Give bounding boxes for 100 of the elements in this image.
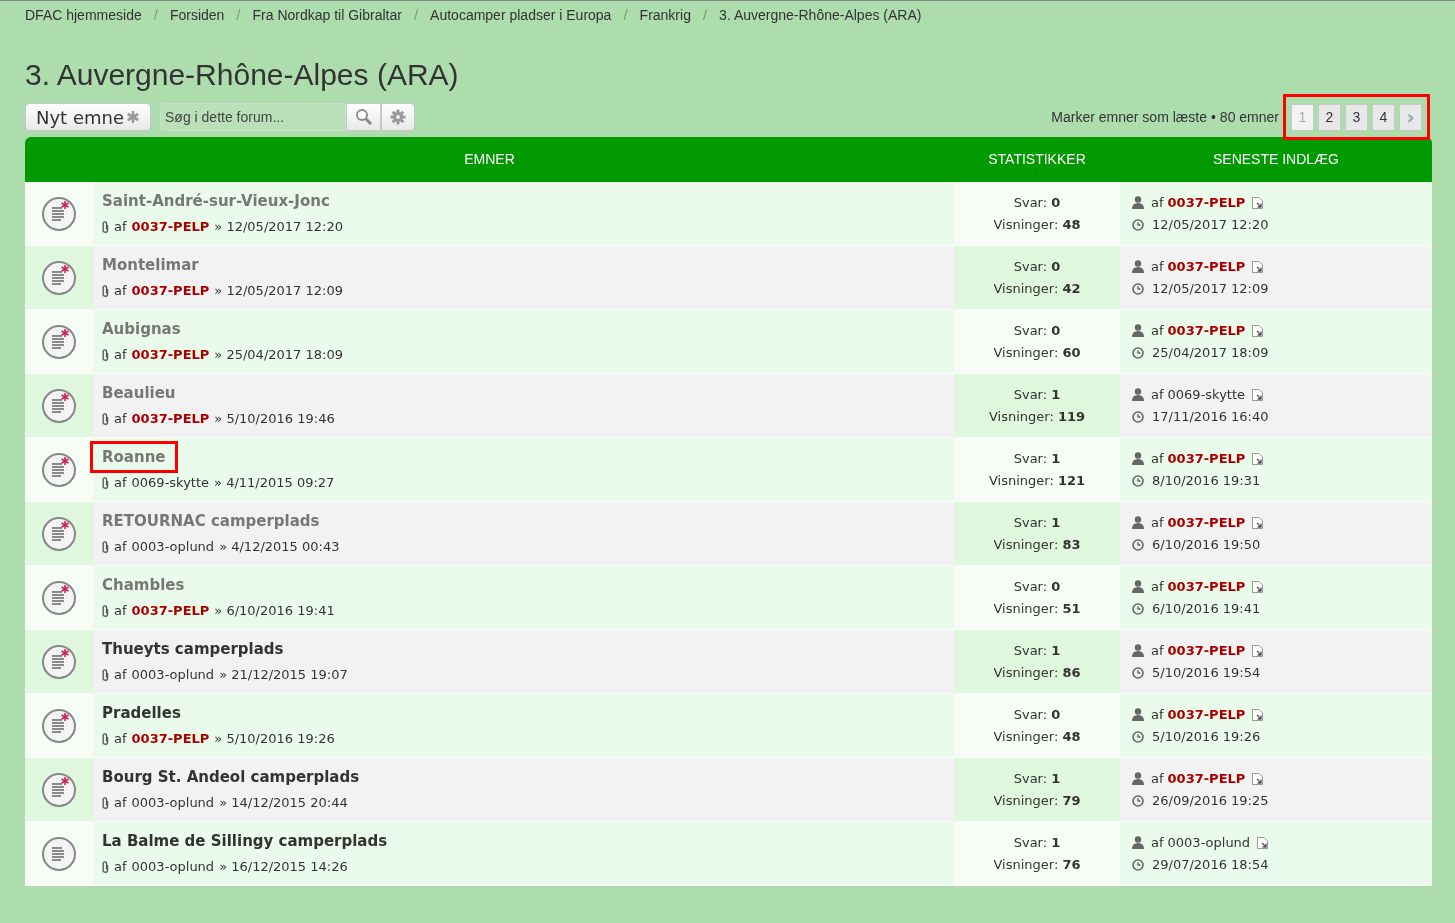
go-to-post-icon[interactable] xyxy=(1252,196,1264,209)
last-author-link[interactable]: 0069-skytte xyxy=(1167,383,1246,406)
last-post-date: 5/10/2016 19:26 xyxy=(1152,727,1261,746)
topic-date: » 14/12/2015 20:44 xyxy=(219,793,348,812)
settings-icon xyxy=(390,109,406,125)
by-label: af xyxy=(1151,513,1164,532)
by-label: af xyxy=(1151,641,1164,660)
view-count: Visninger: 119 xyxy=(988,407,1086,426)
breadcrumb-link[interactable]: Fra Nordkap til Gibraltar xyxy=(252,4,402,26)
view-count: Visninger: 83 xyxy=(993,535,1081,554)
topic-title-link[interactable]: La Balme de Sillingy camperplads xyxy=(90,824,400,857)
last-author-link[interactable]: 0037-PELP xyxy=(1167,639,1246,662)
settings-button[interactable] xyxy=(381,103,415,131)
by-label: af xyxy=(1151,257,1164,276)
paperclip-icon xyxy=(102,860,109,873)
by-label: af xyxy=(114,665,127,684)
last-author-link[interactable]: 0037-PELP xyxy=(1167,575,1246,598)
breadcrumb-separator: / xyxy=(413,4,419,25)
clock-icon xyxy=(1132,602,1144,615)
breadcrumb-link[interactable]: DFAC hjemmeside xyxy=(25,4,142,26)
breadcrumb-link[interactable]: Frankrig xyxy=(639,4,691,26)
last-author-link[interactable]: 0037-PELP xyxy=(1167,511,1246,534)
by-label: af xyxy=(114,473,127,492)
reply-count: Svar: 1 xyxy=(1013,641,1061,660)
user-icon xyxy=(1132,260,1144,273)
topic-title-link[interactable]: Saint-André-sur-Vieux-Jonc xyxy=(90,184,342,217)
author-link[interactable]: 0069-skytte xyxy=(131,472,210,493)
view-count: Visninger: 79 xyxy=(993,791,1081,810)
go-to-post-icon[interactable] xyxy=(1252,388,1264,401)
page-link[interactable]: 3 xyxy=(1345,103,1368,131)
clock-icon xyxy=(1132,282,1144,295)
topic-title-link[interactable]: Montelimar xyxy=(90,248,211,281)
view-count: Visninger: 48 xyxy=(993,727,1081,746)
mark-read-link[interactable]: Marker emner som læste xyxy=(1051,106,1207,128)
last-author-link[interactable]: 0037-PELP xyxy=(1167,255,1246,278)
by-label: af xyxy=(114,217,127,236)
author-link[interactable]: 0037-PELP xyxy=(131,728,210,749)
last-post-date: 6/10/2016 19:41 xyxy=(1152,599,1261,618)
breadcrumb-link[interactable]: Forsiden xyxy=(169,4,225,26)
reply-count: Svar: 0 xyxy=(1013,577,1061,596)
view-count: Visninger: 60 xyxy=(993,343,1081,362)
last-post-date: 29/07/2016 18:54 xyxy=(1152,855,1269,874)
go-to-post-icon[interactable] xyxy=(1252,580,1264,593)
paperclip-icon xyxy=(102,220,109,233)
view-count: Visninger: 86 xyxy=(993,663,1081,682)
last-author-link[interactable]: 0037-PELP xyxy=(1167,191,1246,214)
clock-icon xyxy=(1132,730,1144,743)
go-to-post-icon[interactable] xyxy=(1257,836,1269,849)
new-topic-button[interactable]: Nyt emne xyxy=(25,103,151,131)
breadcrumb-link[interactable]: 3. Auvergne-Rhône-Alpes (ARA) xyxy=(719,4,922,26)
author-link[interactable]: 0003-oplund xyxy=(131,536,215,557)
page-link[interactable]: 4 xyxy=(1372,103,1395,131)
topic-date: » 16/12/2015 14:26 xyxy=(219,857,348,876)
topic-title-link[interactable]: Roanne xyxy=(90,440,178,473)
last-post-date: 12/05/2017 12:20 xyxy=(1152,215,1269,234)
topic-title-link[interactable]: Aubignas xyxy=(90,312,193,345)
by-label: af xyxy=(1151,193,1164,212)
last-author-link[interactable]: 0003-oplund xyxy=(1167,831,1251,854)
last-author-link[interactable]: 0037-PELP xyxy=(1167,319,1246,342)
last-post-date: 17/11/2016 16:40 xyxy=(1152,407,1269,426)
go-to-post-icon[interactable] xyxy=(1252,452,1264,465)
go-to-post-icon[interactable] xyxy=(1252,708,1264,721)
last-author-link[interactable]: 0037-PELP xyxy=(1167,767,1246,790)
go-to-post-icon[interactable] xyxy=(1252,772,1264,785)
topic-title-link[interactable]: Pradelles xyxy=(90,696,193,729)
view-count: Visninger: 48 xyxy=(993,215,1081,234)
author-link[interactable]: 0003-oplund xyxy=(131,664,215,685)
go-to-post-icon[interactable] xyxy=(1252,260,1264,273)
topic-date: » 12/05/2017 12:09 xyxy=(214,281,343,300)
last-author-link[interactable]: 0037-PELP xyxy=(1167,447,1246,470)
paperclip-icon xyxy=(102,540,109,553)
author-link[interactable]: 0003-oplund xyxy=(131,792,215,813)
author-link[interactable]: 0037-PELP xyxy=(131,216,210,237)
last-author-link[interactable]: 0037-PELP xyxy=(1167,703,1246,726)
breadcrumb-link[interactable]: Autocamper pladser i Europa xyxy=(430,4,612,26)
clock-icon xyxy=(1132,794,1144,807)
author-link[interactable]: 0037-PELP xyxy=(131,280,210,301)
last-post-date: 5/10/2016 19:54 xyxy=(1152,663,1261,682)
search-field[interactable]: Søg i dette forum... xyxy=(160,103,346,131)
topic-title-link[interactable]: Bourg St. Andeol camperplads xyxy=(90,760,372,793)
search-button[interactable] xyxy=(346,103,381,131)
author-link[interactable]: 0037-PELP xyxy=(131,408,210,429)
topic-title-link[interactable]: Thueyts camperplads xyxy=(90,632,296,665)
clock-icon xyxy=(1132,538,1144,551)
author-link[interactable]: 0037-PELP xyxy=(131,600,210,621)
go-to-post-icon[interactable] xyxy=(1252,644,1264,657)
go-to-post-icon[interactable] xyxy=(1252,516,1264,529)
author-link[interactable]: 0003-oplund xyxy=(131,856,215,877)
page-link[interactable]: 2 xyxy=(1318,103,1341,131)
user-icon xyxy=(1132,196,1144,209)
reply-count: Svar: 0 xyxy=(1013,193,1061,212)
last-post-date: 26/09/2016 19:25 xyxy=(1152,791,1269,810)
topic-title-link[interactable]: RETOURNAC camperplads xyxy=(90,504,332,537)
topic-title-link[interactable]: Chambles xyxy=(90,568,197,601)
by-label: af xyxy=(114,537,127,556)
author-link[interactable]: 0037-PELP xyxy=(131,344,210,365)
topic-title-link[interactable]: Beaulieu xyxy=(90,376,188,409)
user-icon xyxy=(1132,708,1144,721)
by-label: af xyxy=(114,409,127,428)
go-to-post-icon[interactable] xyxy=(1252,324,1264,337)
